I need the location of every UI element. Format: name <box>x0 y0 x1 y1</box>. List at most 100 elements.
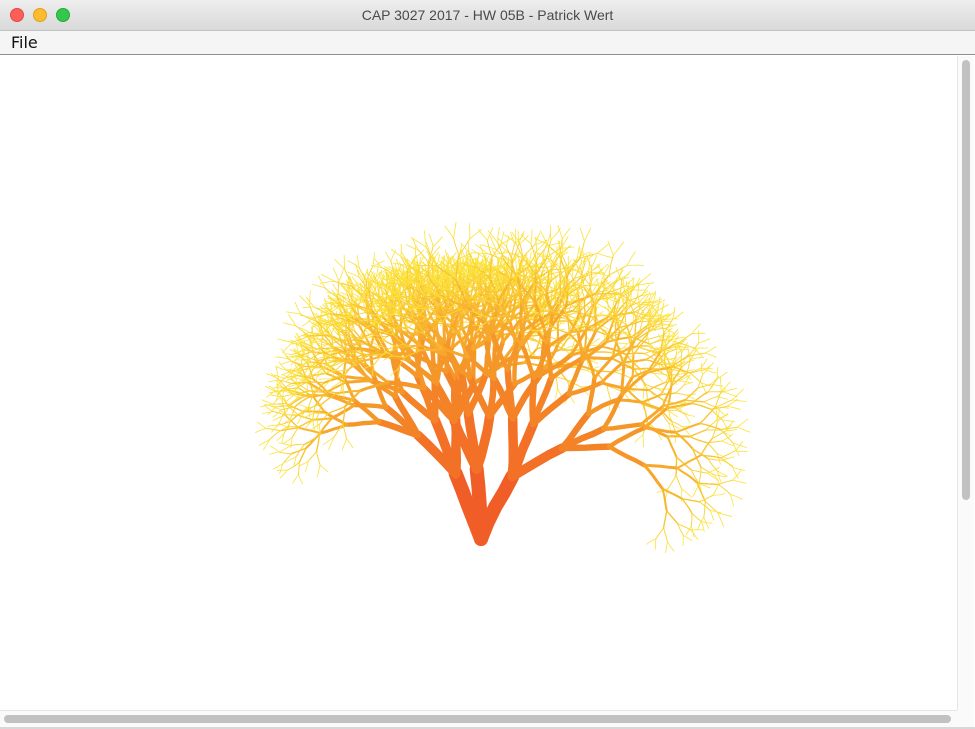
fractal-tree-drawing <box>255 221 751 554</box>
vertical-scroll-thumb[interactable] <box>962 60 970 500</box>
tree-branch <box>487 230 499 244</box>
vertical-scrollbar[interactable] <box>957 56 974 710</box>
tree-branch <box>701 362 703 376</box>
tree-branch <box>579 284 597 287</box>
tree-branches <box>255 221 751 554</box>
tree-branch <box>641 393 662 404</box>
tree-branch <box>698 466 702 485</box>
tree-branch <box>684 414 696 417</box>
tree-branch <box>344 419 382 427</box>
tree-branch <box>653 373 663 382</box>
tree-branch <box>338 359 358 362</box>
title-bar[interactable]: CAP 3027 2017 - HW 05B - Patrick Wert <box>0 0 975 31</box>
tree-branch <box>453 221 457 239</box>
tree-branch <box>555 388 558 399</box>
tree-branch <box>663 527 668 543</box>
tree-branch <box>642 434 644 448</box>
tree-branch <box>607 240 614 256</box>
tree-branch <box>690 529 699 540</box>
tree-branch <box>491 343 498 382</box>
tree-branch <box>714 390 722 408</box>
tree-branch <box>680 358 693 369</box>
tree-branch <box>701 521 713 524</box>
menu-file[interactable]: File <box>11 33 38 52</box>
tree-branch <box>316 450 321 466</box>
tree-branch <box>642 384 645 399</box>
tree-branch <box>681 498 693 514</box>
tree-branch <box>298 474 303 485</box>
tree-branch <box>290 437 293 449</box>
tree-branch <box>295 325 310 337</box>
tree-branch <box>347 260 360 269</box>
tree-branch <box>584 227 591 242</box>
tree-branch <box>357 255 360 269</box>
tree-branch <box>282 453 292 465</box>
tree-branch <box>583 297 586 315</box>
tree-branch <box>532 273 534 287</box>
tree-branch <box>710 376 720 385</box>
tree-branch <box>334 352 348 354</box>
tree-branch <box>315 362 329 365</box>
tree-branch <box>731 388 744 401</box>
horizontal-scroll-thumb[interactable] <box>4 715 951 723</box>
tree-branch <box>385 251 392 262</box>
tree-branch <box>712 485 719 496</box>
tree-branch <box>698 494 714 503</box>
tree-branch <box>297 462 300 476</box>
tree-branch <box>561 244 572 256</box>
tree-branch <box>478 229 488 241</box>
tree-branch <box>697 383 712 389</box>
tree-branch <box>626 251 636 266</box>
tree-branch <box>678 333 693 344</box>
tree-branch <box>638 282 655 285</box>
tree-branch <box>290 443 306 446</box>
tree-branch <box>698 338 711 344</box>
tree-branch <box>612 277 618 289</box>
tree-branch <box>605 289 607 303</box>
tree-branch <box>442 256 444 269</box>
tree-branch <box>372 252 375 267</box>
tree-branch <box>679 380 691 383</box>
tree-branch <box>283 437 293 444</box>
tree-branch <box>703 396 718 403</box>
tree-branch <box>424 230 427 248</box>
tree-branch <box>699 406 716 425</box>
tree-branch <box>691 357 703 360</box>
tree-branch <box>341 438 347 451</box>
tree-branch <box>338 268 344 282</box>
tree-branch <box>646 538 657 545</box>
tree-branch <box>606 385 612 401</box>
tree-branch <box>725 420 734 432</box>
tree-branch <box>690 512 693 527</box>
tree-branch <box>530 229 533 245</box>
tree-branch <box>398 302 400 316</box>
tree-branch <box>675 474 683 490</box>
tree-branch <box>614 322 617 343</box>
tree-branch <box>667 474 677 489</box>
tree-branch <box>297 426 322 435</box>
tree-branch <box>691 323 701 335</box>
tree-branch <box>638 273 651 285</box>
tree-branch <box>725 429 738 432</box>
tree-branch <box>561 227 571 240</box>
tree-branch <box>269 445 280 453</box>
tree-branch <box>666 435 678 459</box>
tree-branch <box>281 360 293 365</box>
tree-branch <box>310 338 325 340</box>
tree-branch <box>616 342 627 345</box>
tree-branch <box>691 512 702 523</box>
tree-branch <box>305 297 315 308</box>
tree-branch <box>681 488 693 498</box>
tree-branch <box>471 411 495 474</box>
tree-branch <box>557 225 563 240</box>
tree-branch <box>687 346 691 360</box>
tree-branch <box>716 407 726 417</box>
drawing-canvas[interactable] <box>1 56 956 710</box>
tree-branch <box>286 311 302 315</box>
window-title: CAP 3027 2017 - HW 05B - Patrick Wert <box>361 7 614 23</box>
tree-branch <box>278 451 292 455</box>
tree-branch <box>607 444 647 468</box>
horizontal-scrollbar[interactable] <box>0 710 957 727</box>
tree-branch <box>282 341 293 353</box>
tree-branch <box>567 314 571 335</box>
